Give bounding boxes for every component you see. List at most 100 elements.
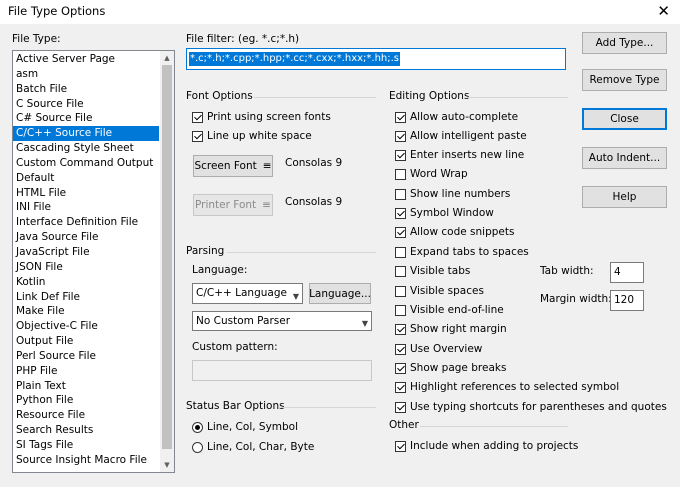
editing-option-check[interactable] <box>395 323 406 335</box>
margin-width-input[interactable]: 120 <box>610 290 644 311</box>
file-type-item[interactable]: Java Source File <box>13 230 159 245</box>
radio-dot[interactable] <box>192 441 203 453</box>
printer-font-button: Printer Font ≡ <box>193 194 273 216</box>
file-type-item[interactable]: Output File <box>13 334 159 349</box>
file-type-list[interactable]: Active Server Page asm Batch File C Source … <box>12 50 175 473</box>
print-screen-fonts-check[interactable] <box>192 111 203 123</box>
editing-option-check[interactable] <box>395 362 406 374</box>
file-type-item[interactable]: PHP File <box>13 364 159 379</box>
editing-option-checkbox[interactable]: Visible spaces <box>395 285 484 297</box>
file-type-item[interactable]: Make File <box>13 304 159 319</box>
editing-option-check[interactable] <box>395 149 406 161</box>
status-bar-radio[interactable]: Line, Col, Char, Byte <box>192 441 314 453</box>
file-type-item[interactable]: Interface Definition File <box>13 215 159 230</box>
file-type-item[interactable]: Active Server Page <box>13 52 159 67</box>
editing-option-check[interactable] <box>395 343 406 355</box>
file-type-item[interactable]: HTML File <box>13 186 159 201</box>
file-type-item[interactable]: Perl Source File <box>13 349 159 364</box>
close-button[interactable]: Close <box>582 108 667 130</box>
editing-option-check[interactable] <box>395 285 406 297</box>
file-filter-input[interactable]: *.c;*.h;*.cpp;*.hpp;*.cc;*.cxx;*.hxx;*.h… <box>186 48 566 70</box>
editing-option-checkbox[interactable]: Show page breaks <box>395 362 506 374</box>
line-up-whitespace-label: Line up white space <box>207 130 312 142</box>
file-type-item[interactable]: JSON File <box>13 260 159 275</box>
editing-option-check[interactable] <box>395 226 406 238</box>
editing-option-label: Allow auto-complete <box>410 111 519 123</box>
screen-font-button[interactable]: Screen Font ≡ <box>193 155 273 177</box>
language-button[interactable]: Language... <box>309 283 371 304</box>
file-type-item[interactable]: Resource File <box>13 408 159 423</box>
editing-option-checkbox[interactable]: Enter inserts new line <box>395 149 524 161</box>
editing-option-label: Expand tabs to spaces <box>410 246 529 258</box>
language-select[interactable]: C/C++ Language ▼ <box>192 283 303 304</box>
editing-option-check[interactable] <box>395 381 406 393</box>
tab-width-label: Tab width: <box>540 265 594 277</box>
line-up-whitespace-check[interactable] <box>192 130 203 142</box>
editing-option-check[interactable] <box>395 168 406 180</box>
file-type-scrollbar[interactable]: ▲ ▼ <box>160 51 174 472</box>
editing-option-checkbox[interactable]: Allow code snippets <box>395 226 514 238</box>
add-type-button[interactable]: Add Type... <box>582 32 667 54</box>
scroll-up-icon[interactable]: ▲ <box>160 51 174 65</box>
editing-option-checkbox[interactable]: Symbol Window <box>395 207 494 219</box>
print-screen-fonts-checkbox[interactable]: Print using screen fonts <box>192 111 331 123</box>
editing-option-check[interactable] <box>395 246 406 258</box>
file-type-item[interactable]: C# Source File <box>13 111 159 126</box>
editing-option-check[interactable] <box>395 111 406 123</box>
file-type-item[interactable]: asm <box>13 67 159 82</box>
editing-option-check[interactable] <box>395 265 406 277</box>
file-type-item[interactable]: Batch File <box>13 82 159 97</box>
editing-option-checkbox[interactable]: Allow auto-complete <box>395 111 518 123</box>
editing-option-checkbox[interactable]: Show right margin <box>395 323 507 335</box>
editing-option-checkbox[interactable]: Word Wrap <box>395 168 468 180</box>
file-type-item[interactable]: Cascading Style Sheet <box>13 141 159 156</box>
file-type-item[interactable]: Search Results <box>13 423 159 438</box>
editing-option-checkbox[interactable]: Expand tabs to spaces <box>395 246 529 258</box>
editing-option-checkbox[interactable]: Visible end-of-line <box>395 304 504 316</box>
editing-option-checkbox[interactable]: Use Overview <box>395 343 482 355</box>
file-type-item[interactable]: C Source File <box>13 97 159 112</box>
file-type-item[interactable]: INI File <box>13 200 159 215</box>
line-up-whitespace-checkbox[interactable]: Line up white space <box>192 130 312 142</box>
status-bar-radio[interactable]: Line, Col, Symbol <box>192 421 298 433</box>
file-type-item[interactable]: C/C++ Source File <box>13 126 159 142</box>
scroll-thumb[interactable] <box>162 65 172 449</box>
file-type-item[interactable]: Objective-C File <box>13 319 159 334</box>
editing-option-check[interactable] <box>395 188 406 200</box>
editing-option-label: Enter inserts new line <box>410 149 525 161</box>
file-type-item[interactable]: Link Def File <box>13 290 159 305</box>
file-type-item[interactable]: Source Insight Macro File <box>13 453 159 468</box>
include-projects-checkbox[interactable]: Include when adding to projects <box>395 440 578 452</box>
file-type-item[interactable]: Custom Command Output <box>13 156 159 171</box>
file-type-item[interactable]: Python File <box>13 393 159 408</box>
status-bar-radio-label: Line, Col, Char, Byte <box>207 441 315 453</box>
editing-option-check[interactable] <box>395 304 406 316</box>
editing-option-check[interactable] <box>395 130 406 142</box>
editing-option-checkbox[interactable]: Allow intelligent paste <box>395 130 527 142</box>
file-type-item[interactable]: Kotlin <box>13 275 159 290</box>
status-bar-radio-label: Line, Col, Symbol <box>207 421 299 433</box>
file-type-item[interactable]: Default <box>13 171 159 186</box>
editing-option-checkbox[interactable]: Use typing shortcuts for parentheses and… <box>395 401 667 413</box>
file-type-item[interactable]: JavaScript File <box>13 245 159 260</box>
editing-option-label: Highlight references to selected symbol <box>410 381 620 393</box>
help-button[interactable]: Help <box>582 186 667 208</box>
editing-option-label: Use typing shortcuts for parentheses and… <box>410 401 667 413</box>
radio-dot[interactable] <box>192 421 203 433</box>
editing-option-check[interactable] <box>395 207 406 219</box>
include-projects-check[interactable] <box>395 440 406 452</box>
close-icon[interactable]: ✕ <box>657 2 670 20</box>
auto-indent-button[interactable]: Auto Indent... <box>582 147 667 169</box>
editing-option-check[interactable] <box>395 401 406 413</box>
editing-option-checkbox[interactable]: Visible tabs <box>395 265 470 277</box>
editing-option-checkbox[interactable]: Show line numbers <box>395 188 510 200</box>
remove-type-button[interactable]: Remove Type <box>582 69 667 91</box>
file-type-item[interactable]: Plain Text <box>13 379 159 394</box>
editing-option-checkbox[interactable]: Highlight references to selected symbol <box>395 381 619 393</box>
file-filter-value: *.c;*.h;*.cpp;*.hpp;*.cc;*.cxx;*.hxx;*.h… <box>189 52 401 66</box>
tab-width-input[interactable]: 4 <box>610 262 644 283</box>
scroll-down-icon[interactable]: ▼ <box>160 458 174 472</box>
parser-select[interactable]: No Custom Parser ▼ <box>192 311 372 331</box>
file-type-item[interactable]: SI Tags File <box>13 438 159 453</box>
editing-option-label: Show page breaks <box>410 362 507 374</box>
